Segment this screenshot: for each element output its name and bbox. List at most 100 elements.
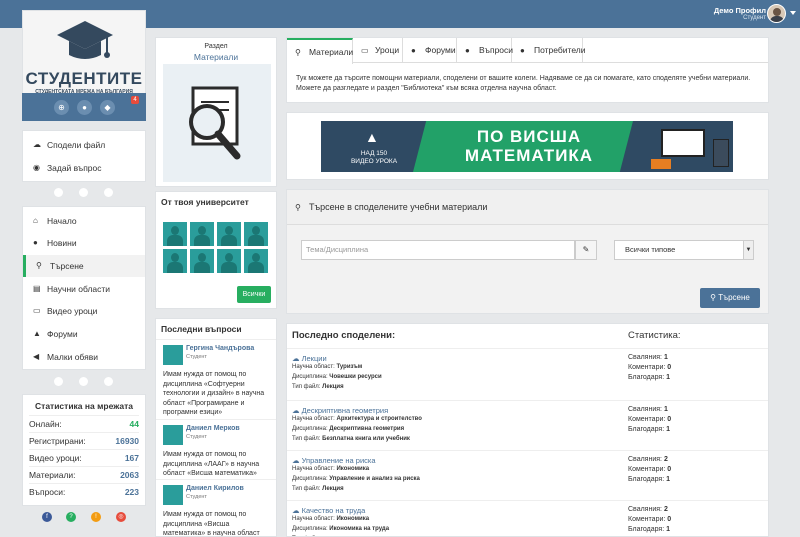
material-title-link[interactable]: ☁ Лекции [292, 354, 327, 363]
tab-label: Въпроси [479, 45, 514, 55]
material-area: Научна област: Туризъм [292, 364, 363, 370]
question-author-role: Студент [186, 434, 207, 440]
carousel-dot[interactable] [79, 377, 88, 386]
material-thanks: Благодаря: 1 [628, 526, 671, 533]
tab-questions[interactable]: ● Въпроси [457, 38, 514, 63]
question-icon[interactable]: ? [66, 512, 76, 522]
section-label: Раздел [204, 43, 228, 50]
tab-label: Материали [309, 47, 354, 57]
avatar[interactable] [767, 4, 786, 23]
profile-menu[interactable]: Демо Профил Студент [714, 4, 766, 21]
stat-value: 44 [129, 419, 139, 429]
tabs-card: ⚲ Материали ▭ Уроци ● Форуми ● Въпроси ● Потр… [286, 37, 769, 103]
alert-icon[interactable]: ! [91, 512, 101, 522]
share-file-label: Сподели файл [47, 140, 106, 150]
sidebar-item-home[interactable]: ⌂ Начало [23, 210, 145, 232]
facebook-icon[interactable]: f [42, 512, 52, 522]
material-title-link[interactable]: ☁ Качество на труда [292, 506, 365, 515]
sidebar-item-forums[interactable]: ▲ Форуми [23, 323, 145, 345]
tab-label: Форуми [425, 45, 456, 55]
material-title-link[interactable]: ☁ Управление на риска [292, 456, 376, 465]
chevron-down-icon[interactable] [790, 11, 796, 15]
avatar[interactable] [217, 222, 241, 246]
stats-title: Статистика: [628, 330, 681, 341]
share-file-button[interactable]: ☁ Сподели файл [23, 134, 145, 156]
quick-actions: ☁ Сподели файл ◉ Задай въпрос [22, 130, 146, 182]
sidebar-item-label: Видео уроци [47, 306, 98, 316]
bell-icon[interactable]: ◆ [100, 100, 115, 115]
question-author[interactable]: Гергина Чандърова [186, 345, 254, 352]
list-item[interactable]: Даниел Кирилов Студент Имам нужда от пом… [156, 479, 276, 536]
material-comments: Коментари: 0 [628, 364, 672, 371]
avatar[interactable] [190, 249, 214, 273]
material-area: Научна област: Икономика [292, 516, 370, 522]
network-stats: Статистика на мрежата Онлайн: 44 Регистри… [22, 394, 146, 506]
material-area: Научна област: Архитектура и строителств… [292, 416, 422, 422]
material-comments: Коментари: 0 [628, 516, 672, 523]
math-video-banner[interactable]: ▲ НАД 150 ВИДЕО УРОКА ПО ВИСША МАТЕМАТИК… [321, 121, 733, 172]
shared-materials: Последно споделени: Статистика: ☁ Лекции… [286, 323, 769, 537]
avatar[interactable] [163, 222, 187, 246]
tab-forums[interactable]: ● Форуми [403, 38, 457, 63]
stat-row: Регистрирани: 16930 [29, 432, 139, 449]
tab-users[interactable]: ● Потребители [512, 38, 585, 63]
stat-row: Материали: 2063 [29, 466, 139, 483]
carousel-dot[interactable] [79, 188, 88, 197]
carousel-dot[interactable] [54, 188, 63, 197]
list-item[interactable]: Гергина Чандърова Студент Имам нужда от … [156, 339, 276, 419]
sidebar-item-label: Търсене [50, 261, 84, 271]
carousel-dot[interactable] [104, 188, 113, 197]
topic-search-input[interactable]: Тема/Дисциплина [301, 240, 575, 260]
sidebar-item-ads[interactable]: ◀ Малки обяви [23, 346, 145, 368]
user-icon: ● [520, 46, 525, 55]
lifebuoy-icon[interactable]: ◎ [116, 512, 126, 522]
search-header: ⚲ Търсене в споделените учебни материали [287, 190, 768, 225]
carousel-dot[interactable] [104, 377, 113, 386]
ask-question-button[interactable]: ◉ Задай въпрос [23, 157, 145, 179]
material-type: Тип файл: Лекция [292, 486, 344, 492]
avatar [163, 345, 183, 365]
avatar[interactable] [190, 222, 214, 246]
stat-row: Онлайн: 44 [29, 415, 139, 432]
material-thanks: Благодаря: 1 [628, 426, 671, 433]
question-author[interactable]: Даниел Мерков [186, 425, 240, 432]
question-text: Имам нужда от помощ по дисциплина «ЛААГ»… [163, 451, 260, 477]
question-author-role: Студент [186, 354, 207, 360]
material-type: Тип файл: Лекция [292, 384, 344, 390]
material-downloads: Сваляния: 2 [628, 506, 668, 513]
notification-badge: 4 [131, 96, 139, 104]
avatar[interactable] [244, 249, 268, 273]
material-comments: Коментари: 0 [628, 416, 672, 423]
tab-materials[interactable]: ⚲ Материали [287, 38, 353, 64]
carousel-dot[interactable] [54, 377, 63, 386]
avatar[interactable] [163, 249, 187, 273]
material-thanks: Благодаря: 1 [628, 374, 671, 381]
stats-title: Статистика на мрежата [35, 401, 133, 411]
avatar[interactable] [244, 222, 268, 246]
table-row: ☁ Лекции Научна област: Туризъм Дисципли… [287, 348, 768, 400]
globe-icon[interactable]: ⊕ [54, 100, 69, 115]
avatar[interactable] [217, 249, 241, 273]
material-comments: Коментари: 0 [628, 466, 672, 473]
material-downloads: Сваляния: 1 [628, 406, 668, 413]
list-item[interactable]: Даниел Мерков Студент Имам нужда от помо… [156, 419, 276, 479]
stat-value: 16930 [115, 436, 139, 446]
sidebar-item-areas[interactable]: ▤ Научни области [23, 278, 145, 300]
cloud-download-icon: ☁ [292, 506, 302, 515]
material-type: Тип файл: Безплатна книга или учебник [292, 436, 410, 442]
graduation-cap-icon [57, 21, 113, 59]
sidebar-item-videos[interactable]: ▭ Видео уроци [23, 300, 145, 322]
tab-lessons[interactable]: ▭ Уроци [353, 38, 403, 63]
material-title-link[interactable]: ☁ Дескриптивна геометрия [292, 406, 388, 415]
edit-icon[interactable]: ✎ [575, 240, 597, 260]
ask-question-label: Задай въпрос [47, 163, 102, 173]
sidebar-item-search[interactable]: ⚲ Търсене [23, 255, 145, 277]
sidebar-item-news[interactable]: ● Новини [23, 232, 145, 254]
stat-label: Онлайн: [29, 419, 62, 429]
search-button[interactable]: ⚲ Търсене [700, 288, 760, 308]
user-icon[interactable]: ● [77, 100, 92, 115]
all-users-button[interactable]: Всички [237, 286, 271, 303]
type-select-value: Всички типове [625, 245, 676, 254]
question-author[interactable]: Даниел Кирилов [186, 485, 244, 492]
type-select[interactable]: Всички типове ▼ [614, 240, 754, 260]
